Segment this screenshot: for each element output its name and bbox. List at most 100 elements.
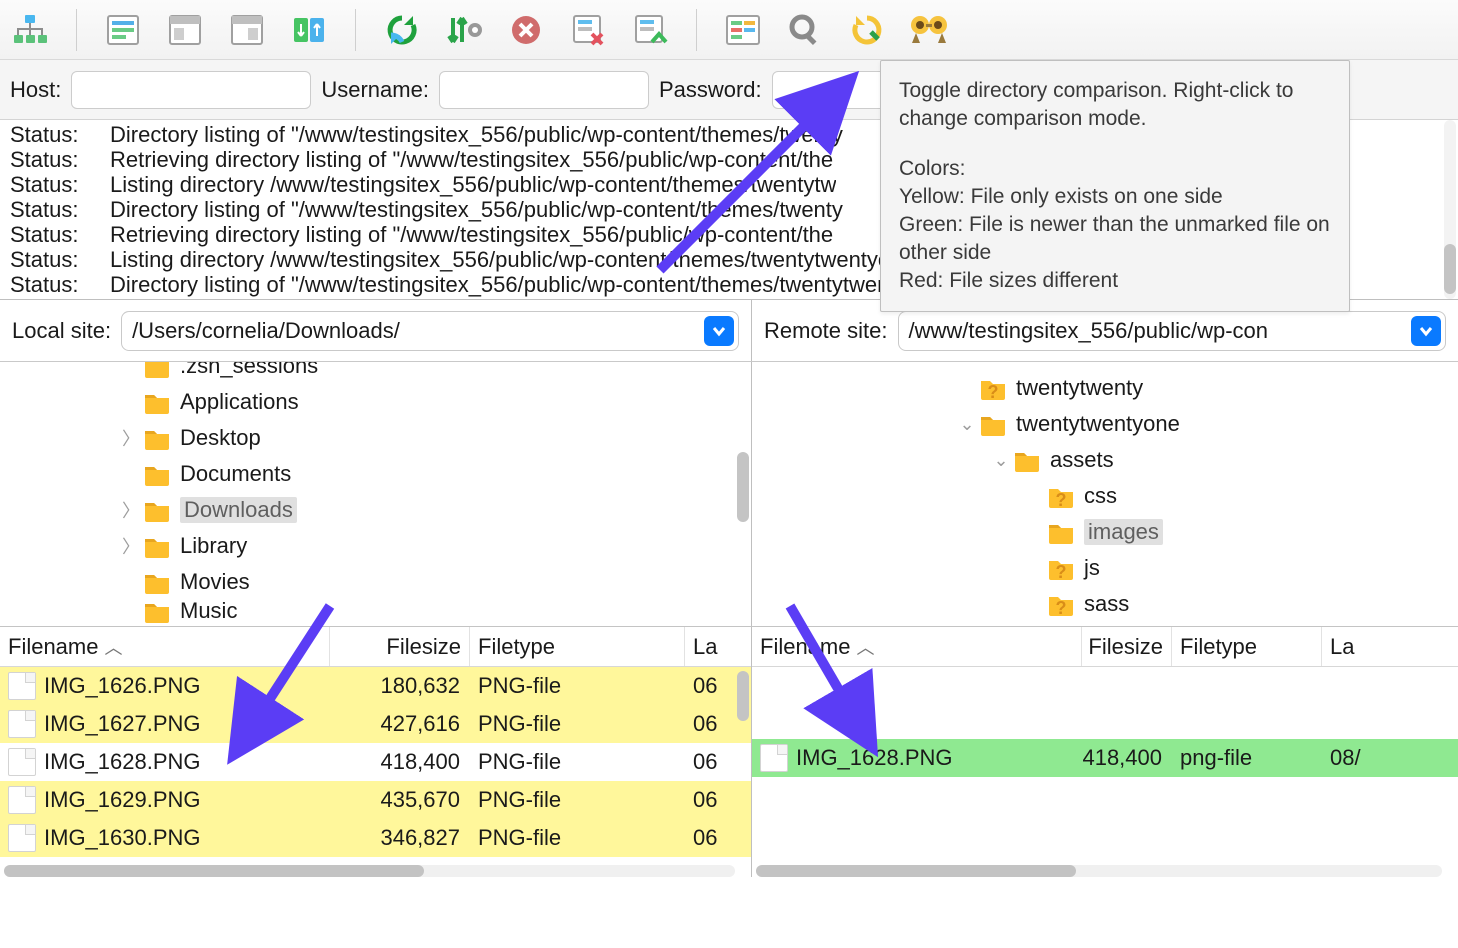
tree-item[interactable]: ⌄ twentytwentyone bbox=[752, 406, 1458, 442]
disclosure-icon[interactable]: 〉 bbox=[120, 497, 142, 523]
disclosure-icon[interactable]: ⌄ bbox=[956, 414, 978, 435]
table-row[interactable]: IMG_1629.PNG435,670PNG-file06 bbox=[0, 781, 751, 819]
col-filename[interactable]: Filename︿ bbox=[752, 627, 1082, 666]
cancel-icon[interactable] bbox=[504, 8, 548, 52]
toggle-local-tree-icon[interactable] bbox=[163, 8, 207, 52]
folder-icon bbox=[142, 362, 172, 381]
tree-item[interactable]: ? sass bbox=[752, 586, 1458, 622]
sort-asc-icon: ︿ bbox=[104, 634, 122, 660]
col-filesize[interactable]: Filesize bbox=[330, 627, 470, 666]
tree-item[interactable]: ⌄assets bbox=[752, 442, 1458, 478]
tree-item[interactable]: Music bbox=[0, 600, 751, 622]
remote-list-hscroll-thumb[interactable] bbox=[756, 865, 1076, 877]
tree-item[interactable]: ? js bbox=[752, 550, 1458, 586]
local-list-vscroll-thumb[interactable] bbox=[737, 671, 749, 721]
svg-text:?: ? bbox=[1056, 598, 1067, 618]
disconnect-icon[interactable] bbox=[566, 8, 610, 52]
filter-icon[interactable] bbox=[721, 8, 765, 52]
remote-site-combo[interactable]: /www/testingsitex_556/public/wp-con bbox=[898, 311, 1447, 351]
remote-file-list[interactable]: Filename︿ Filesize Filetype La IMG_1628.… bbox=[752, 627, 1458, 877]
tree-item[interactable]: .zsh_sessions bbox=[0, 362, 751, 384]
sync-browse-icon[interactable] bbox=[845, 8, 889, 52]
col-filetype[interactable]: Filetype bbox=[470, 627, 685, 666]
tree-label: Movies bbox=[180, 569, 250, 595]
table-row[interactable]: IMG_1626.PNG180,632PNG-file06 bbox=[0, 667, 751, 705]
unknown-folder-icon: ? bbox=[1046, 553, 1076, 583]
chevron-down-icon[interactable] bbox=[704, 316, 734, 346]
local-list-hscroll-thumb[interactable] bbox=[4, 865, 424, 877]
col-modified[interactable]: La bbox=[685, 627, 735, 666]
local-tree[interactable]: .zsh_sessions Applications 〉 Desktop Documen… bbox=[0, 362, 752, 626]
compare-tooltip: Toggle directory comparison. Right-click… bbox=[880, 60, 1350, 312]
tree-label: Applications bbox=[180, 389, 299, 415]
tree-label: twentytwentyone bbox=[1016, 411, 1180, 437]
tree-label: Music bbox=[180, 598, 237, 624]
tree-item[interactable]: ?twentytwenty bbox=[752, 370, 1458, 406]
log-label: Status: bbox=[10, 172, 110, 197]
cell-filename: IMG_1626.PNG bbox=[44, 673, 201, 699]
file-lists: Filename︿ Filesize Filetype La IMG_1626.… bbox=[0, 627, 1458, 877]
local-file-list[interactable]: Filename︿ Filesize Filetype La IMG_1626.… bbox=[0, 627, 752, 877]
log-scroll-thumb[interactable] bbox=[1444, 244, 1456, 294]
tree-item[interactable]: Applications bbox=[0, 384, 751, 420]
chevron-down-icon[interactable] bbox=[1411, 316, 1441, 346]
tree-label: js bbox=[1084, 555, 1100, 581]
tree-label: .zsh_sessions bbox=[180, 362, 318, 379]
local-site-combo[interactable]: /Users/cornelia/Downloads/ bbox=[121, 311, 739, 351]
tree-item[interactable]: Documents bbox=[0, 456, 751, 492]
tree-item[interactable]: 〉 Desktop bbox=[0, 420, 751, 456]
col-modified[interactable]: La bbox=[1322, 627, 1372, 666]
tree-item[interactable]: 〉Downloads bbox=[0, 492, 751, 528]
col-filesize[interactable]: Filesize bbox=[1082, 627, 1172, 666]
reconnect-icon[interactable] bbox=[628, 8, 672, 52]
refresh-icon[interactable] bbox=[380, 8, 424, 52]
file-icon bbox=[8, 748, 36, 776]
tooltip-heading: Colors: bbox=[899, 155, 1331, 183]
table-row[interactable]: IMG_1627.PNG427,616PNG-file06 bbox=[0, 705, 751, 743]
tooltip-line: Toggle directory comparison. Right-click… bbox=[899, 77, 1331, 133]
disclosure-icon[interactable]: 〉 bbox=[120, 533, 142, 559]
disclosure-icon[interactable]: 〉 bbox=[120, 425, 142, 451]
tooltip-line: Green: File is newer than the unmarked f… bbox=[899, 211, 1331, 267]
tree-item[interactable]: images bbox=[752, 514, 1458, 550]
sitemanager-icon[interactable] bbox=[8, 8, 52, 52]
file-icon bbox=[8, 824, 36, 852]
cell-filetype: PNG-file bbox=[470, 825, 685, 851]
table-row[interactable]: IMG_1630.PNG346,827PNG-file06 bbox=[0, 819, 751, 857]
unknown-folder-icon: ? bbox=[1046, 481, 1076, 511]
directory-trees: .zsh_sessions Applications 〉 Desktop Documen… bbox=[0, 362, 1458, 627]
col-filetype[interactable]: Filetype bbox=[1172, 627, 1322, 666]
remote-site-label: Remote site: bbox=[764, 318, 888, 344]
compare-icon[interactable] bbox=[783, 8, 827, 52]
toggle-log-icon[interactable] bbox=[101, 8, 145, 52]
disclosure-icon[interactable]: ⌄ bbox=[990, 450, 1012, 471]
tree-item[interactable]: ? css bbox=[752, 478, 1458, 514]
folder-icon bbox=[978, 409, 1008, 439]
unknown-folder-icon: ? bbox=[978, 373, 1008, 403]
tree-label: css bbox=[1084, 483, 1117, 509]
folder-icon bbox=[142, 531, 172, 561]
username-label: Username: bbox=[321, 77, 429, 103]
table-row[interactable]: IMG_1628.PNG418,400PNG-file06 bbox=[0, 743, 751, 781]
find-icon[interactable] bbox=[907, 8, 951, 52]
local-site-path: /Users/cornelia/Downloads/ bbox=[132, 318, 400, 344]
remote-tree[interactable]: ?twentytwenty⌄twentytwentyone⌄assets?css… bbox=[752, 362, 1458, 626]
local-tree-scroll-thumb[interactable] bbox=[737, 452, 749, 522]
toggle-remote-tree-icon[interactable] bbox=[225, 8, 269, 52]
toolbar-separator bbox=[696, 9, 697, 51]
log-label: Status: bbox=[10, 247, 110, 272]
tree-item[interactable]: Movies bbox=[0, 564, 751, 600]
table-row[interactable]: IMG_1628.PNG418,400png-file08/ bbox=[752, 739, 1458, 777]
sort-asc-icon: ︿ bbox=[856, 634, 874, 660]
tree-label: Desktop bbox=[180, 425, 261, 451]
tree-label: sass bbox=[1084, 591, 1129, 617]
process-queue-icon[interactable] bbox=[442, 8, 486, 52]
folder-icon bbox=[142, 387, 172, 417]
username-input[interactable] bbox=[439, 71, 649, 109]
tree-item[interactable]: 〉Library bbox=[0, 528, 751, 564]
svg-text:?: ? bbox=[1056, 490, 1067, 510]
col-filename[interactable]: Filename︿ bbox=[0, 627, 330, 666]
host-input[interactable] bbox=[71, 71, 311, 109]
log-message: Directory listing of "/www/testingsitex_… bbox=[110, 197, 843, 222]
toggle-queue-icon[interactable] bbox=[287, 8, 331, 52]
